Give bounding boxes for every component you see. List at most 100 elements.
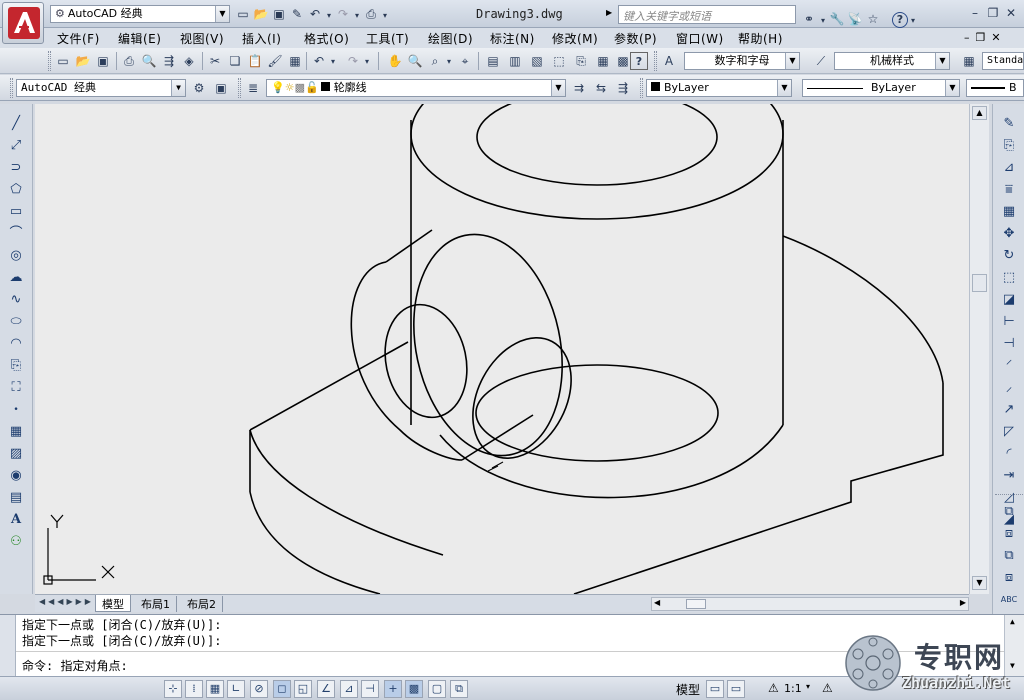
fillet-icon[interactable]: ◜: [998, 444, 1020, 464]
workspace-dropdown[interactable]: ⚙ AutoCAD 经典 ▼: [50, 5, 230, 23]
rotate-icon[interactable]: ↻: [998, 246, 1020, 266]
3d-object-snap-icon[interactable]: ◱: [294, 680, 312, 698]
draworder-front-icon[interactable]: ⧉: [998, 502, 1020, 522]
annotation-scale-icon[interactable]: ⚠: [768, 681, 779, 695]
object-snap-icon[interactable]: ◻: [273, 680, 291, 698]
cut-icon[interactable]: ✂: [206, 52, 224, 70]
redo-icon[interactable]: ↷: [334, 5, 352, 23]
linetype-dropdown[interactable]: ByLayer ▼: [802, 79, 960, 97]
layer-state-icon[interactable]: ⇶: [614, 79, 632, 97]
quick-properties-icon[interactable]: ▢: [428, 680, 446, 698]
rectangle-icon[interactable]: ▭: [5, 202, 27, 222]
command-prompt[interactable]: 命令: 指定对角点:: [22, 657, 128, 674]
point-icon[interactable]: •: [5, 400, 27, 420]
menu-tools[interactable]: 工具(T): [366, 30, 409, 47]
copy-icon[interactable]: ❏: [226, 52, 244, 70]
menu-format[interactable]: 格式(O): [304, 30, 349, 47]
new-icon[interactable]: ▭: [54, 52, 72, 70]
polygon-icon[interactable]: ⬠: [5, 180, 27, 200]
blend-icon[interactable]: ⇥: [998, 466, 1020, 486]
application-menu-button[interactable]: [2, 2, 44, 44]
scale-dropdown-icon[interactable]: ▾: [806, 682, 810, 691]
spline-icon[interactable]: ∿: [5, 290, 27, 310]
properties-icon[interactable]: ▤: [484, 52, 502, 70]
tab-layout2[interactable]: 布局2: [181, 596, 223, 612]
menu-edit[interactable]: 编辑(E): [118, 30, 161, 47]
draworder-below-icon[interactable]: ⧈: [998, 568, 1020, 588]
dim-style-icon[interactable]: ⟋: [812, 52, 830, 70]
line-icon[interactable]: ╱: [5, 114, 27, 134]
undo-icon[interactable]: ↶: [306, 5, 324, 23]
ortho-mode-icon[interactable]: ∟: [227, 680, 245, 698]
insert-block-icon[interactable]: ⎘: [5, 356, 27, 376]
layer-dropdown[interactable]: 💡☼▩🔓 轮廓线 ▼: [266, 79, 566, 97]
doc-window-controls[interactable]: –❐✕: [964, 31, 1007, 44]
open-file-icon[interactable]: 📂: [252, 5, 270, 23]
table-icon[interactable]: ▤: [5, 488, 27, 508]
scroll-left-icon[interactable]: ◀: [654, 598, 660, 607]
plot-icon[interactable]: ⎙: [362, 5, 380, 23]
layer-previous-icon[interactable]: ⇆: [592, 79, 610, 97]
undo-icon[interactable]: ↶: [310, 52, 328, 70]
workspace-settings-icon[interactable]: ⚙: [190, 79, 208, 97]
workspace-select[interactable]: AutoCAD 经典 ▼: [16, 79, 186, 97]
search-expand-icon[interactable]: ▶: [606, 8, 612, 17]
break-at-point-icon[interactable]: ⸍: [998, 356, 1020, 376]
match-properties-icon[interactable]: 🖌: [266, 52, 284, 70]
table-style-dropdown[interactable]: Standa: [982, 52, 1024, 70]
table-style-icon[interactable]: ▦: [960, 52, 978, 70]
annotation-scale-value[interactable]: 1:1: [784, 682, 802, 695]
h-scroll-thumb[interactable]: [686, 599, 706, 609]
annotation-visibility-icon[interactable]: ⚠: [822, 681, 833, 695]
dim-style-dropdown[interactable]: 机械样式 ▼: [834, 52, 950, 70]
polar-tracking-icon[interactable]: ⊘: [250, 680, 268, 698]
qat-more-icon[interactable]: ▾: [380, 7, 390, 25]
color-dropdown[interactable]: ByLayer ▼: [646, 79, 792, 97]
construction-line-icon[interactable]: ⤢: [5, 136, 27, 156]
subscription-icon[interactable]: 🔧: [828, 10, 846, 28]
layer-properties-icon[interactable]: ≣: [244, 79, 262, 97]
toolbar-grip[interactable]: [48, 51, 51, 71]
minimize-icon[interactable]: –: [966, 4, 984, 22]
trim-icon[interactable]: ⊢: [998, 312, 1020, 332]
scroll-thumb[interactable]: [972, 274, 987, 292]
scroll-right-icon[interactable]: ▶: [960, 598, 966, 607]
undo-dropdown-icon[interactable]: ▾: [328, 52, 338, 70]
block-editor-icon[interactable]: ▦: [286, 52, 304, 70]
tool-palettes-icon[interactable]: ▧: [528, 52, 546, 70]
make-current-layer-icon[interactable]: ⇉: [570, 79, 588, 97]
text-style-dropdown[interactable]: 数字和字母 ▼: [684, 52, 800, 70]
toolbar-lock-icon[interactable]: ▣: [212, 79, 230, 97]
object-snap-tracking-icon[interactable]: ∠: [317, 680, 335, 698]
redo-icon[interactable]: ↷: [344, 52, 362, 70]
open-icon[interactable]: 📂: [74, 52, 92, 70]
dynamic-ucs-icon[interactable]: ⊿: [340, 680, 358, 698]
menu-window[interactable]: 窗口(W): [676, 30, 724, 47]
design-center-icon[interactable]: ▥: [506, 52, 524, 70]
menu-view[interactable]: 视图(V): [180, 30, 224, 47]
new-file-icon[interactable]: ▭: [234, 5, 252, 23]
3d-print-icon[interactable]: ◈: [180, 52, 198, 70]
vertical-scrollbar[interactable]: ▲ ▼: [969, 104, 989, 594]
tab-nav-arrows[interactable]: ◀◀◀▶▶▶: [39, 597, 94, 606]
zoom-window-icon[interactable]: ⌕: [426, 52, 444, 70]
cmd-scroll-up-icon[interactable]: ▲: [1010, 617, 1015, 626]
markup-icon[interactable]: ⎘: [572, 52, 590, 70]
selection-cycling-icon[interactable]: ⧉: [450, 680, 468, 698]
scroll-up-icon[interactable]: ▲: [972, 106, 987, 120]
text-style-icon[interactable]: A: [660, 52, 678, 70]
stretch-icon[interactable]: ◪: [998, 290, 1020, 310]
quickcalc-icon[interactable]: ▦: [594, 52, 612, 70]
paste-icon[interactable]: 📋: [246, 52, 264, 70]
sheet-set-icon[interactable]: ⬚: [550, 52, 568, 70]
array-icon[interactable]: ▦: [998, 202, 1020, 222]
menu-file[interactable]: 文件(F): [57, 30, 100, 47]
draworder-back-icon[interactable]: ⧈: [998, 524, 1020, 544]
menu-dimension[interactable]: 标注(N): [490, 30, 535, 47]
add-selected-icon[interactable]: ⚇: [5, 532, 27, 552]
region-icon[interactable]: ◉: [5, 466, 27, 486]
ellipse-arc-icon[interactable]: ◠: [5, 334, 27, 354]
redo-dropdown-icon[interactable]: ▾: [362, 52, 372, 70]
pan-icon[interactable]: ✋: [386, 52, 404, 70]
menu-parametric[interactable]: 参数(P): [614, 30, 657, 47]
